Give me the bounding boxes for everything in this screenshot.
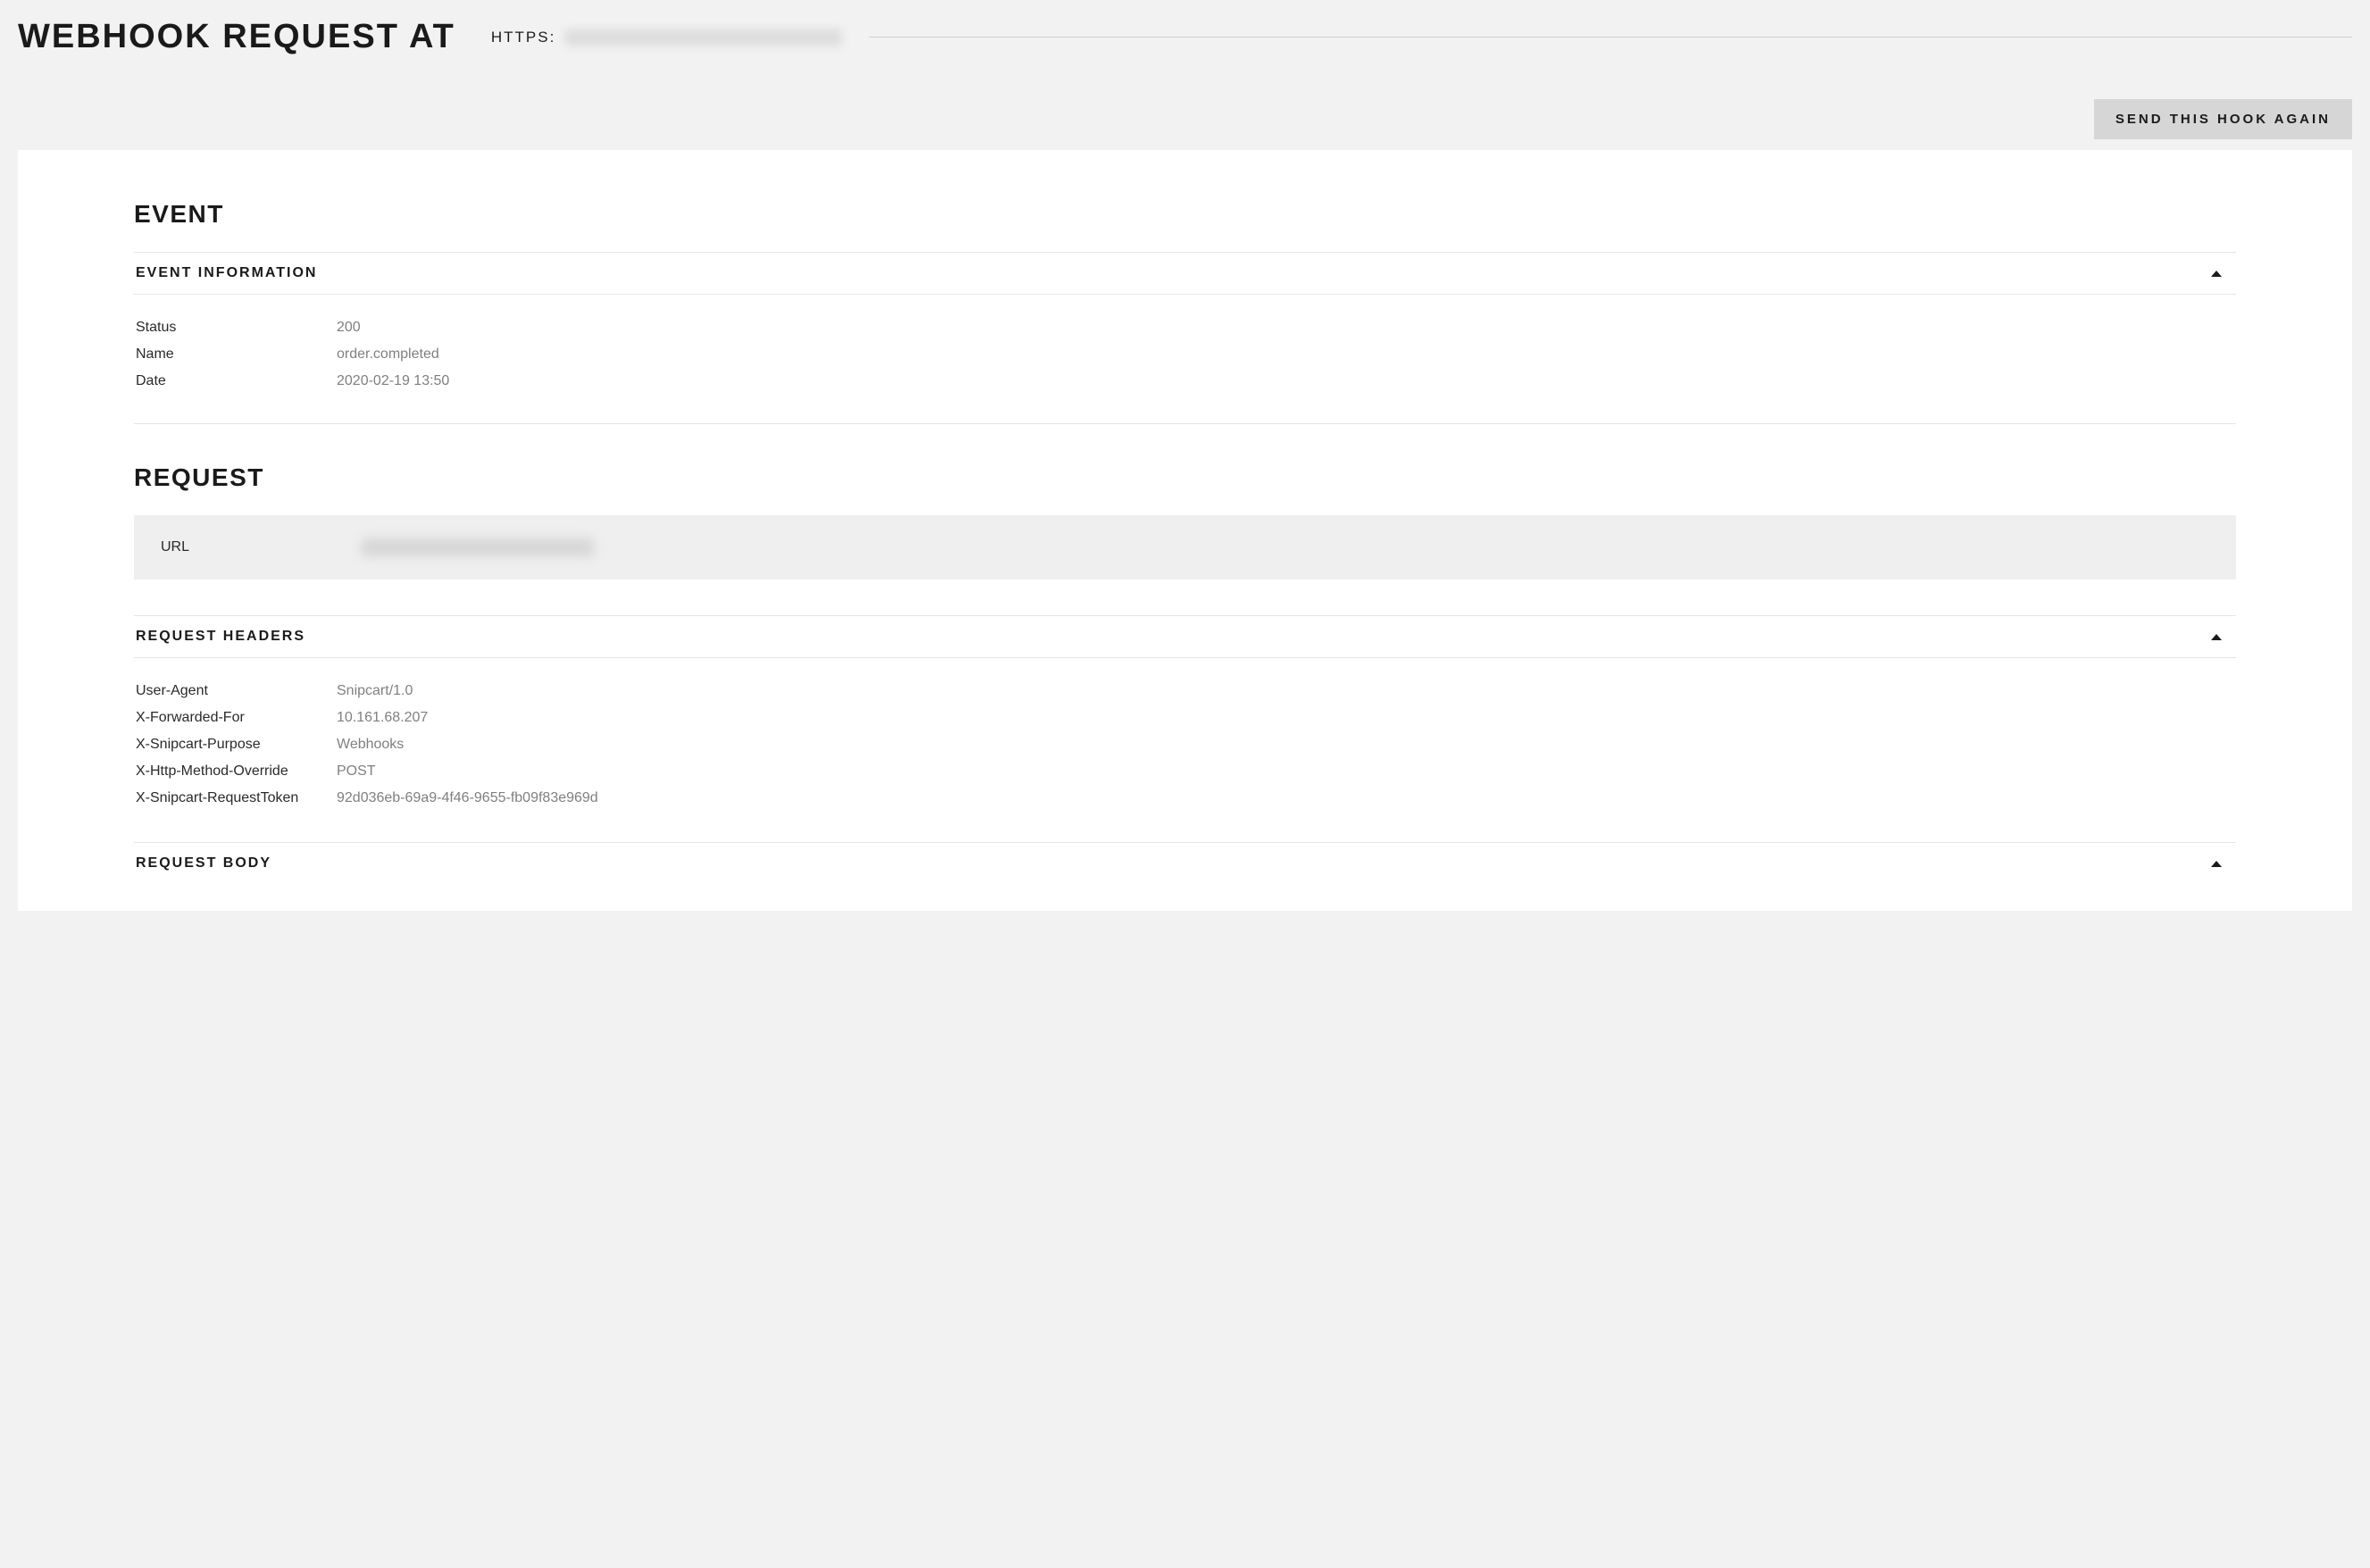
request-url-label: URL [161,539,362,555]
request-headers-label: REQUEST HEADERS [136,629,305,645]
divider [134,423,2236,424]
event-value: 200 [337,320,361,336]
caret-up-icon [2211,271,2222,277]
event-info-toggle[interactable]: EVENT INFORMATION [134,252,2236,295]
header-value: 92d036eb-69a9-4f46-9655-fb09f83e969d [337,790,598,806]
url-redacted [565,29,842,46]
event-key: Date [136,373,337,389]
header-row: X-Http-Method-Override POST [136,763,2234,780]
details-card: EVENT EVENT INFORMATION Status 200 Name … [18,150,2352,911]
request-url-box: URL [134,515,2236,580]
request-body-label: REQUEST BODY [136,855,271,872]
header-row: X-Snipcart-Purpose Webhooks [136,737,2234,753]
event-info-label: EVENT INFORMATION [136,265,317,281]
header-value: POST [337,763,376,780]
request-body-toggle[interactable]: REQUEST BODY [134,842,2236,884]
header-key: X-Snipcart-RequestToken [136,790,337,806]
header-value: Snipcart/1.0 [337,683,413,699]
event-value: order.completed [337,346,439,363]
event-row: Date 2020-02-19 13:50 [136,373,2234,389]
webhook-url-container: HTTPS: [491,29,842,46]
request-headers-block: User-Agent Snipcart/1.0 X-Forwarded-For … [134,658,2236,826]
header-key: X-Http-Method-Override [136,763,337,780]
event-value: 2020-02-19 13:50 [337,373,449,389]
header-value: Webhooks [337,737,404,753]
caret-up-icon [2211,634,2222,640]
header-row: User-Agent Snipcart/1.0 [136,683,2234,699]
request-url-redacted [362,538,594,556]
event-key: Status [136,320,337,336]
header-key: User-Agent [136,683,337,699]
event-key: Name [136,346,337,363]
resend-hook-button[interactable]: SEND THIS HOOK AGAIN [2094,99,2352,139]
request-section-title: REQUEST [134,463,2236,492]
url-prefix: HTTPS: [491,29,555,46]
event-info-block: Status 200 Name order.completed Date 202… [134,295,2236,409]
request-headers-toggle[interactable]: REQUEST HEADERS [134,615,2236,658]
caret-up-icon [2211,861,2222,867]
header-row: X-Forwarded-For 10.161.68.207 [136,710,2234,726]
header-divider [869,37,2352,38]
page-title: WEBHOOK REQUEST AT [18,18,455,56]
event-row: Status 200 [136,320,2234,336]
header-value: 10.161.68.207 [337,710,428,726]
header-key: X-Snipcart-Purpose [136,737,337,753]
event-section-title: EVENT [134,200,2236,229]
header-row: X-Snipcart-RequestToken 92d036eb-69a9-4f… [136,790,2234,806]
event-row: Name order.completed [136,346,2234,363]
header-key: X-Forwarded-For [136,710,337,726]
